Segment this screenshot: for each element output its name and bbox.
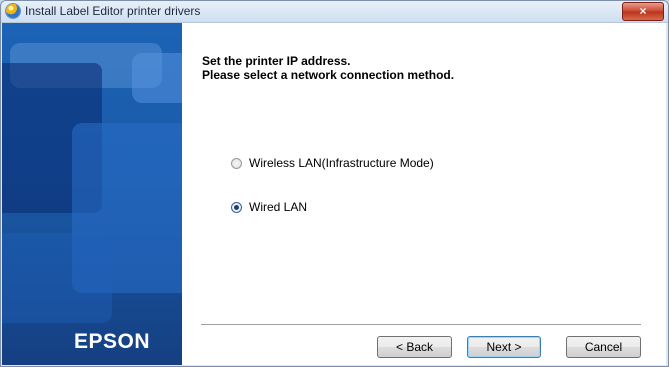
banner-decoration <box>2 233 112 323</box>
option-label[interactable]: Wired LAN <box>249 200 307 214</box>
dialog-client-area: EPSON Set the printer IP address. Please… <box>2 23 666 365</box>
installer-app-icon <box>6 4 20 18</box>
heading-line-2: Please select a network connection metho… <box>202 68 455 82</box>
close-icon: × <box>639 4 647 18</box>
sidebar-banner: EPSON <box>2 23 182 365</box>
next-button[interactable]: Next > <box>467 336 541 358</box>
main-panel: Set the printer IP address. Please selec… <box>182 23 666 365</box>
radio-checked-icon[interactable] <box>231 201 242 213</box>
installer-window: Install Label Editor printer drivers × E… <box>0 0 669 367</box>
window-title: Install Label Editor printer drivers <box>25 4 201 18</box>
close-button[interactable]: × <box>622 2 664 21</box>
footer-divider <box>201 324 641 326</box>
option-wired-lan[interactable]: Wired LAN <box>231 200 307 214</box>
radio-unchecked-icon[interactable] <box>231 157 242 169</box>
title-bar[interactable]: Install Label Editor printer drivers × <box>1 1 668 23</box>
epson-logo: EPSON <box>74 330 151 353</box>
option-label[interactable]: Wireless LAN(Infrastructure Mode) <box>249 156 434 170</box>
banner-decoration <box>132 53 182 103</box>
page-heading: Set the printer IP address. Please selec… <box>202 54 454 82</box>
cancel-button[interactable]: Cancel <box>566 336 641 358</box>
back-button[interactable]: < Back <box>377 336 452 358</box>
option-wireless-lan[interactable]: Wireless LAN(Infrastructure Mode) <box>231 156 434 170</box>
heading-line-1: Set the printer IP address. <box>202 54 351 68</box>
